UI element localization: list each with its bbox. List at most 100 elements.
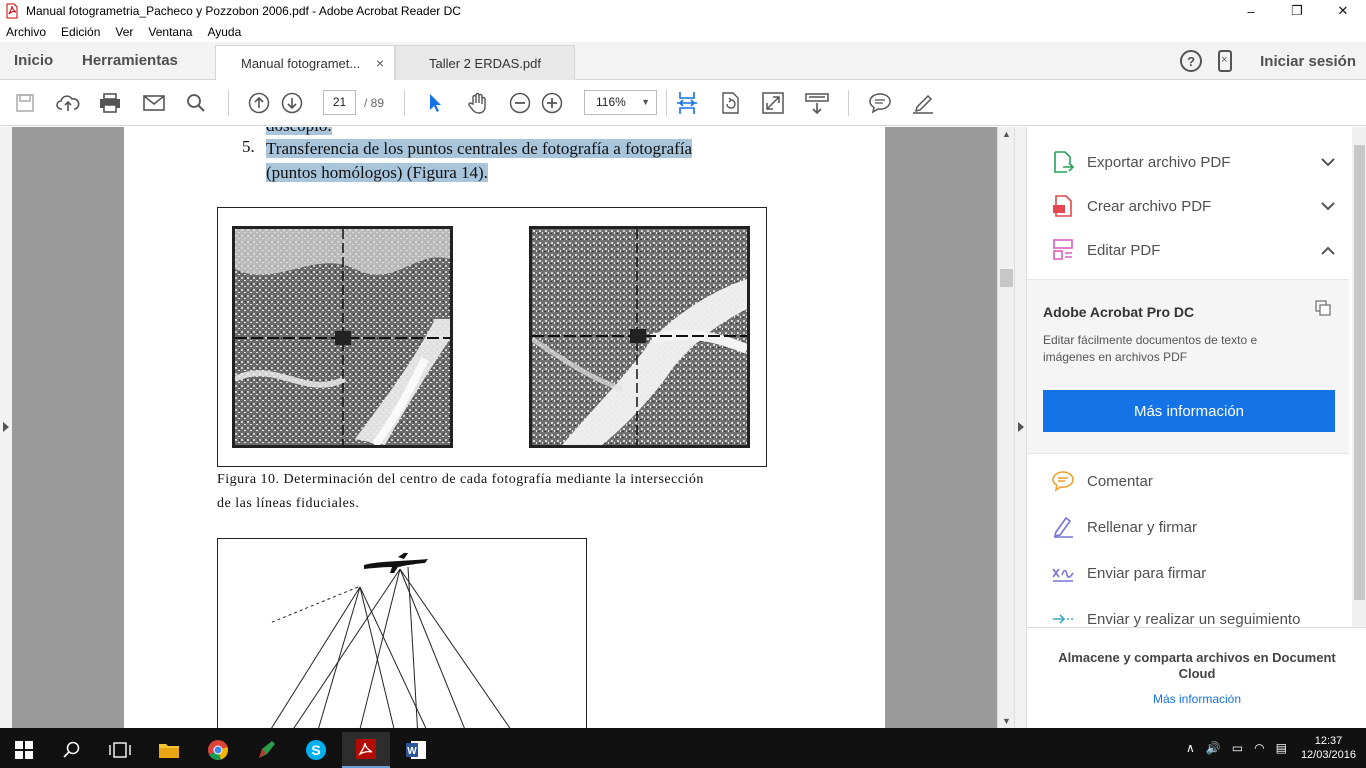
close-window-button[interactable]: ✕ [1320,0,1366,22]
aerial-photo-right [529,226,750,448]
more-info-button[interactable]: Más información [1043,390,1335,432]
menu-archivo[interactable]: Archivo [6,25,46,39]
airplane-projection-diagram [269,553,511,728]
search-icon[interactable] [184,91,208,115]
restore-button[interactable]: ❐ [1274,0,1320,22]
fit-page-icon[interactable] [675,91,699,115]
document-scrollbar[interactable]: ▲ ▼ [997,127,1014,728]
task-view-icon[interactable] [96,732,144,768]
zoom-select[interactable]: 116% ▼ [584,90,657,115]
right-pane-handle[interactable] [1014,127,1026,728]
toolbar-divider [228,90,229,116]
export-pdf-icon [1054,151,1075,173]
chevron-down-icon: ▼ [641,97,650,107]
page-up-icon[interactable] [247,91,271,115]
caption-line: de las líneas fiduciales. [217,496,360,511]
figure-caption: Figura 10. Determinación del centro de c… [217,468,777,516]
tool-export-pdf[interactable]: Exportar archivo PDF [1027,140,1349,184]
chrome-icon[interactable] [194,732,242,768]
windows-taskbar: S W ∧ 🔊 ▭ ◠ ▤ 12:37 12/03/2016 [0,728,1366,768]
signin-link[interactable]: Iniciar sesión [1260,53,1356,70]
cloud-more-info-link[interactable]: Más información [1047,692,1347,706]
toolbar-divider [666,90,667,116]
clock[interactable]: 12:37 12/03/2016 [1301,734,1356,762]
tool-label: Enviar y realizar un seguimiento [1087,610,1301,628]
tab-label: Taller 2 ERDAS.pdf [429,55,541,71]
tool-edit-pdf[interactable]: Editar PDF [1027,228,1349,272]
comment-icon[interactable] [868,91,892,115]
header-actions: ? Iniciar sesión [1180,50,1356,72]
menu-ayuda[interactable]: Ayuda [207,25,241,39]
volume-icon[interactable]: 🔊 [1206,741,1221,755]
notifications-icon[interactable]: ▤ [1276,741,1287,755]
tab-manual-fotogrametria[interactable]: Manual fotogramet... × [215,45,395,81]
tool-comment[interactable]: Comentar [1027,459,1349,503]
scroll-mode-icon[interactable] [805,91,829,115]
highlight-icon[interactable] [911,91,935,115]
skype-icon[interactable]: S [292,732,340,768]
caption-line: Figura 10. Determinación del centro de c… [217,472,704,487]
page-down-icon[interactable] [280,91,304,115]
chevron-down-icon[interactable] [1321,201,1335,211]
edit-pdf-icon [1053,239,1073,260]
chevron-up-icon[interactable]: ∧ [1186,741,1195,755]
collapse-arrow-icon [1018,422,1024,432]
document-cloud-section: Almacene y comparta archivos en Document… [1027,627,1366,728]
email-icon[interactable] [142,91,166,115]
tab-close-icon[interactable]: × [376,55,384,71]
figure-airplane-diagram [217,538,587,728]
mobile-link-icon[interactable] [1218,50,1233,72]
menu-edicion[interactable]: Edición [61,25,100,39]
help-icon[interactable]: ? [1180,50,1203,72]
nav-home[interactable]: Inicio [14,52,53,69]
full-screen-icon[interactable] [761,91,785,115]
word-icon[interactable]: W [392,732,440,768]
battery-icon[interactable]: ▭ [1232,741,1243,755]
upload-icon[interactable] [56,91,80,115]
tool-label: Rellenar y firmar [1087,518,1198,536]
clock-time: 12:37 [1314,735,1343,747]
tab-row: Inicio Herramientas Manual fotogramet...… [0,42,1366,81]
tool-label: Editar PDF [1087,241,1161,259]
menu-ver[interactable]: Ver [115,25,133,39]
window-controls: – ❐ ✕ [1228,0,1366,22]
scroll-up-icon[interactable]: ▲ [1002,129,1011,139]
copy-icon[interactable] [1315,300,1331,316]
tool-fill-sign[interactable]: Rellenar y firmar [1027,505,1349,549]
aerial-photo-left [232,226,453,448]
tab-taller-erdas[interactable]: Taller 2 ERDAS.pdf [395,45,575,80]
acrobat-icon[interactable] [342,732,390,768]
page-total: / 89 [364,96,385,110]
file-explorer-icon[interactable] [145,732,193,768]
left-pane-handle[interactable] [0,127,12,728]
expand-arrow-icon [3,422,9,432]
chevron-down-icon[interactable] [1321,157,1335,167]
scrollbar-thumb[interactable] [1000,269,1013,287]
search-icon[interactable] [48,732,96,768]
print-icon[interactable] [98,91,122,115]
zoom-in-icon[interactable] [540,91,564,115]
scrollbar-thumb[interactable] [1354,145,1365,600]
nav-tools[interactable]: Herramientas [82,52,178,69]
pdf-page: doscopio. 5. Transferencia de los puntos… [124,127,885,728]
list-item-number: 5. [242,137,255,156]
acrobat-pro-promo: Adobe Acrobat Pro DC Editar fácilmente d… [1027,279,1349,454]
hand-icon[interactable] [466,91,490,115]
tools-scrollbar[interactable] [1352,127,1366,627]
rotate-icon[interactable] [718,91,742,115]
tool-create-pdf[interactable]: Crear archivo PDF [1027,184,1349,228]
windows-start-icon[interactable] [0,732,48,768]
tool-send-sign[interactable]: Enviar para firmar [1027,551,1349,595]
highlighted-text: doscopio. [266,127,332,135]
save-icon[interactable] [13,91,37,115]
wifi-icon[interactable]: ◠ [1254,741,1264,755]
zoom-out-icon[interactable] [508,91,532,115]
chevron-up-icon[interactable] [1321,246,1335,255]
scroll-down-icon[interactable]: ▼ [1002,716,1011,726]
highlighted-text: Transferencia de los puntos centrales de… [266,139,693,158]
menu-ventana[interactable]: Ventana [148,25,192,39]
pen-tool-icon[interactable] [243,732,291,768]
minimize-button[interactable]: – [1228,0,1274,22]
select-arrow-icon[interactable] [423,91,447,115]
page-number-input[interactable]: 21 [323,90,356,115]
